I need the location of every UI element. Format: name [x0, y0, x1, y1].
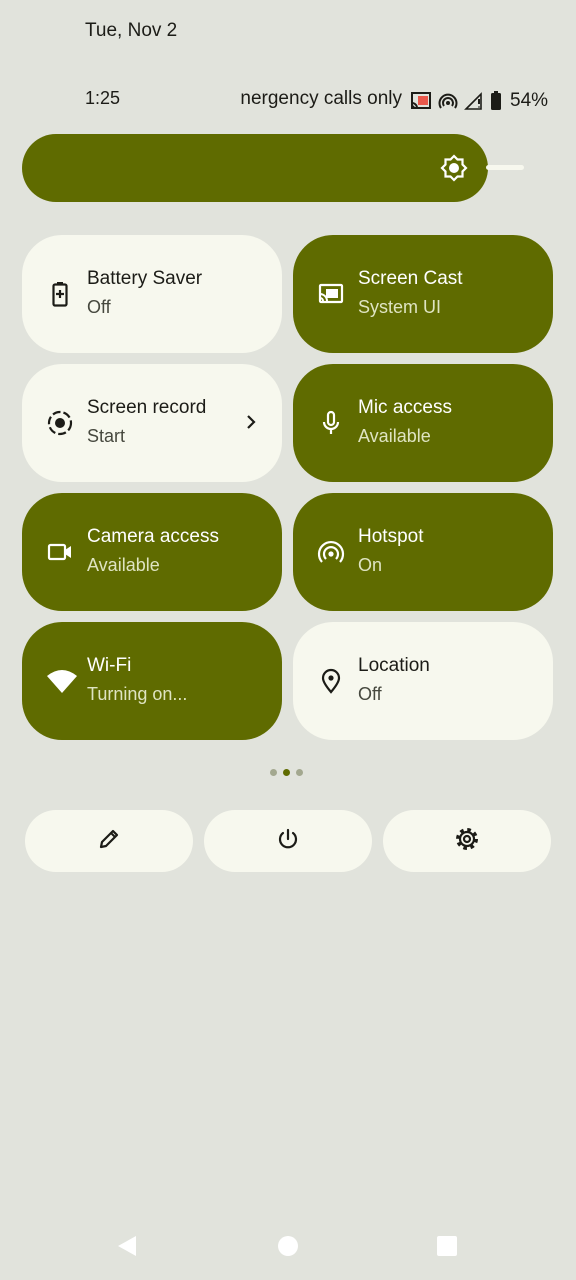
- nav-recents-button[interactable]: [437, 1236, 457, 1256]
- tile-label: Battery Saver: [87, 268, 203, 289]
- hotspot-icon: [438, 91, 458, 111]
- tile-label: Camera access: [87, 526, 219, 547]
- screen-record-icon: [46, 409, 74, 437]
- tile-hotspot[interactable]: Hotspot On: [293, 493, 553, 611]
- wifi-icon: [46, 667, 77, 695]
- cast-icon: [410, 91, 432, 111]
- settings-icon: [454, 826, 480, 857]
- tile-label: Wi-Fi: [87, 655, 132, 676]
- tile-state: System UI: [358, 297, 442, 317]
- date: Tue, Nov 2: [85, 20, 178, 41]
- power-button[interactable]: [204, 810, 372, 872]
- camera-icon: [46, 538, 74, 566]
- tile-label: Mic access: [358, 397, 452, 418]
- tile-screen-record[interactable]: Screen record Start: [22, 364, 282, 482]
- tile-label: Hotspot: [358, 526, 424, 547]
- tile-camera-access[interactable]: Camera access Available: [22, 493, 282, 611]
- page-indicator[interactable]: [270, 769, 303, 776]
- tile-label: Screen record: [87, 397, 207, 418]
- brightness-slider[interactable]: [22, 134, 488, 202]
- tile-label: Location: [358, 655, 430, 676]
- edit-icon: [97, 827, 121, 856]
- power-icon: [276, 827, 300, 856]
- brightness-icon: [440, 154, 468, 187]
- location-icon: [317, 667, 345, 695]
- settings-button[interactable]: [383, 810, 551, 872]
- screen-cast-icon: [317, 280, 345, 308]
- hotspot-icon: [317, 538, 345, 566]
- tile-location[interactable]: Location Off: [293, 622, 553, 740]
- edit-button[interactable]: [25, 810, 193, 872]
- status-icons: 54%: [410, 88, 548, 114]
- clock: 1:25: [85, 88, 121, 108]
- nav-back-button[interactable]: [116, 1234, 138, 1263]
- tile-mic-access[interactable]: Mic access Available: [293, 364, 553, 482]
- tile-state: Available: [358, 426, 431, 446]
- tile-state: Start: [87, 426, 126, 446]
- tile-battery-saver[interactable]: Battery Saver Off: [22, 235, 282, 353]
- tile-state: On: [358, 555, 383, 575]
- tile-state: Available: [87, 555, 160, 575]
- carrier-text: nergency calls only: [240, 88, 402, 109]
- tile-state: Turning on...: [87, 684, 188, 704]
- tile-screen-cast[interactable]: Screen Cast System UI: [293, 235, 553, 353]
- battery-percent: 54%: [510, 90, 549, 111]
- tile-state: Off: [87, 297, 111, 317]
- signal-icon: [464, 91, 484, 111]
- nav-home-button[interactable]: [278, 1236, 298, 1256]
- tile-wifi[interactable]: Wi-Fi Turning on...: [22, 622, 282, 740]
- battery-saver-icon: [46, 280, 74, 308]
- chevron-right-icon[interactable]: [244, 412, 258, 437]
- brightness-track[interactable]: [486, 165, 524, 170]
- page-dot-1[interactable]: [270, 769, 277, 776]
- page-dot-3[interactable]: [296, 769, 303, 776]
- tile-label: Screen Cast: [358, 268, 463, 289]
- page-dot-2[interactable]: [283, 769, 290, 776]
- mic-icon: [317, 409, 345, 437]
- battery-icon: [490, 91, 502, 111]
- tile-state: Off: [358, 684, 382, 704]
